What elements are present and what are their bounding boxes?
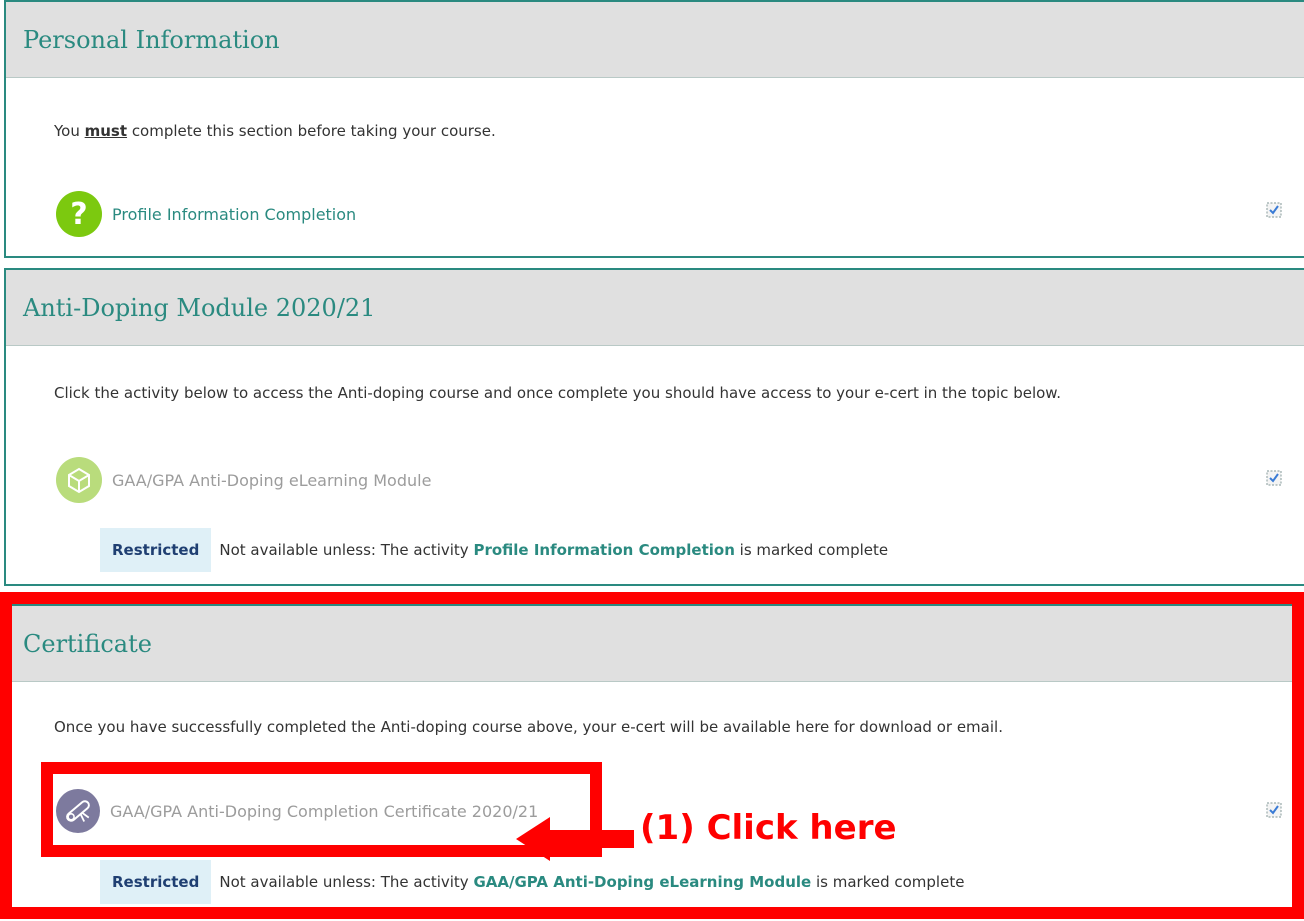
section-summary: You must complete this section before ta… (54, 122, 496, 140)
annotation-arrow-icon (516, 817, 634, 861)
restriction-notice: Restricted Not available unless: The act… (100, 528, 888, 572)
section-summary: Click the activity below to access the A… (54, 384, 1061, 402)
restriction-activity-link[interactable]: GAA/GPA Anti-Doping eLearning Module (473, 873, 811, 891)
certificate-icon (56, 789, 100, 833)
activity-completion-certificate[interactable]: GAA/GPA Anti-Doping Completion Certifica… (56, 789, 538, 833)
section-personal-information: Personal Information You must complete t… (4, 0, 1304, 258)
section-title: Certificate (23, 629, 152, 658)
section-certificate: Certificate Once you have successfully c… (4, 604, 1304, 915)
emphasis-must: must (84, 122, 128, 140)
section-header: Anti-Doping Module 2020/21 (6, 270, 1304, 346)
svg-text:?: ? (70, 197, 87, 232)
section-title: Anti-Doping Module 2020/21 (23, 293, 376, 322)
restricted-badge: Restricted (100, 860, 212, 904)
activity-anti-doping-module[interactable]: GAA/GPA Anti-Doping eLearning Module (56, 457, 431, 503)
question-icon: ? (56, 191, 102, 237)
section-summary: Once you have successfully completed the… (54, 718, 1003, 736)
activity-link[interactable]: GAA/GPA Anti-Doping Completion Certifica… (110, 802, 538, 821)
restricted-badge: Restricted (100, 528, 212, 572)
activity-link[interactable]: Profile Information Completion (112, 205, 356, 224)
completion-checkbox-icon[interactable] (1266, 202, 1282, 218)
activity-profile-information[interactable]: ? Profile Information Completion (56, 191, 356, 237)
completion-checkbox-icon[interactable] (1266, 470, 1282, 486)
annotation-text: (1) Click here (640, 808, 897, 848)
restriction-activity-link[interactable]: Profile Information Completion (473, 541, 734, 559)
section-header: Personal Information (6, 2, 1304, 78)
restriction-notice: Restricted Not available unless: The act… (100, 860, 964, 904)
scorm-package-icon (56, 457, 102, 503)
section-header: Certificate (6, 606, 1304, 682)
completion-checkbox-icon[interactable] (1266, 802, 1282, 818)
section-anti-doping-module: Anti-Doping Module 2020/21 Click the act… (4, 268, 1304, 586)
section-title: Personal Information (23, 25, 280, 54)
activity-link[interactable]: GAA/GPA Anti-Doping eLearning Module (112, 471, 431, 490)
